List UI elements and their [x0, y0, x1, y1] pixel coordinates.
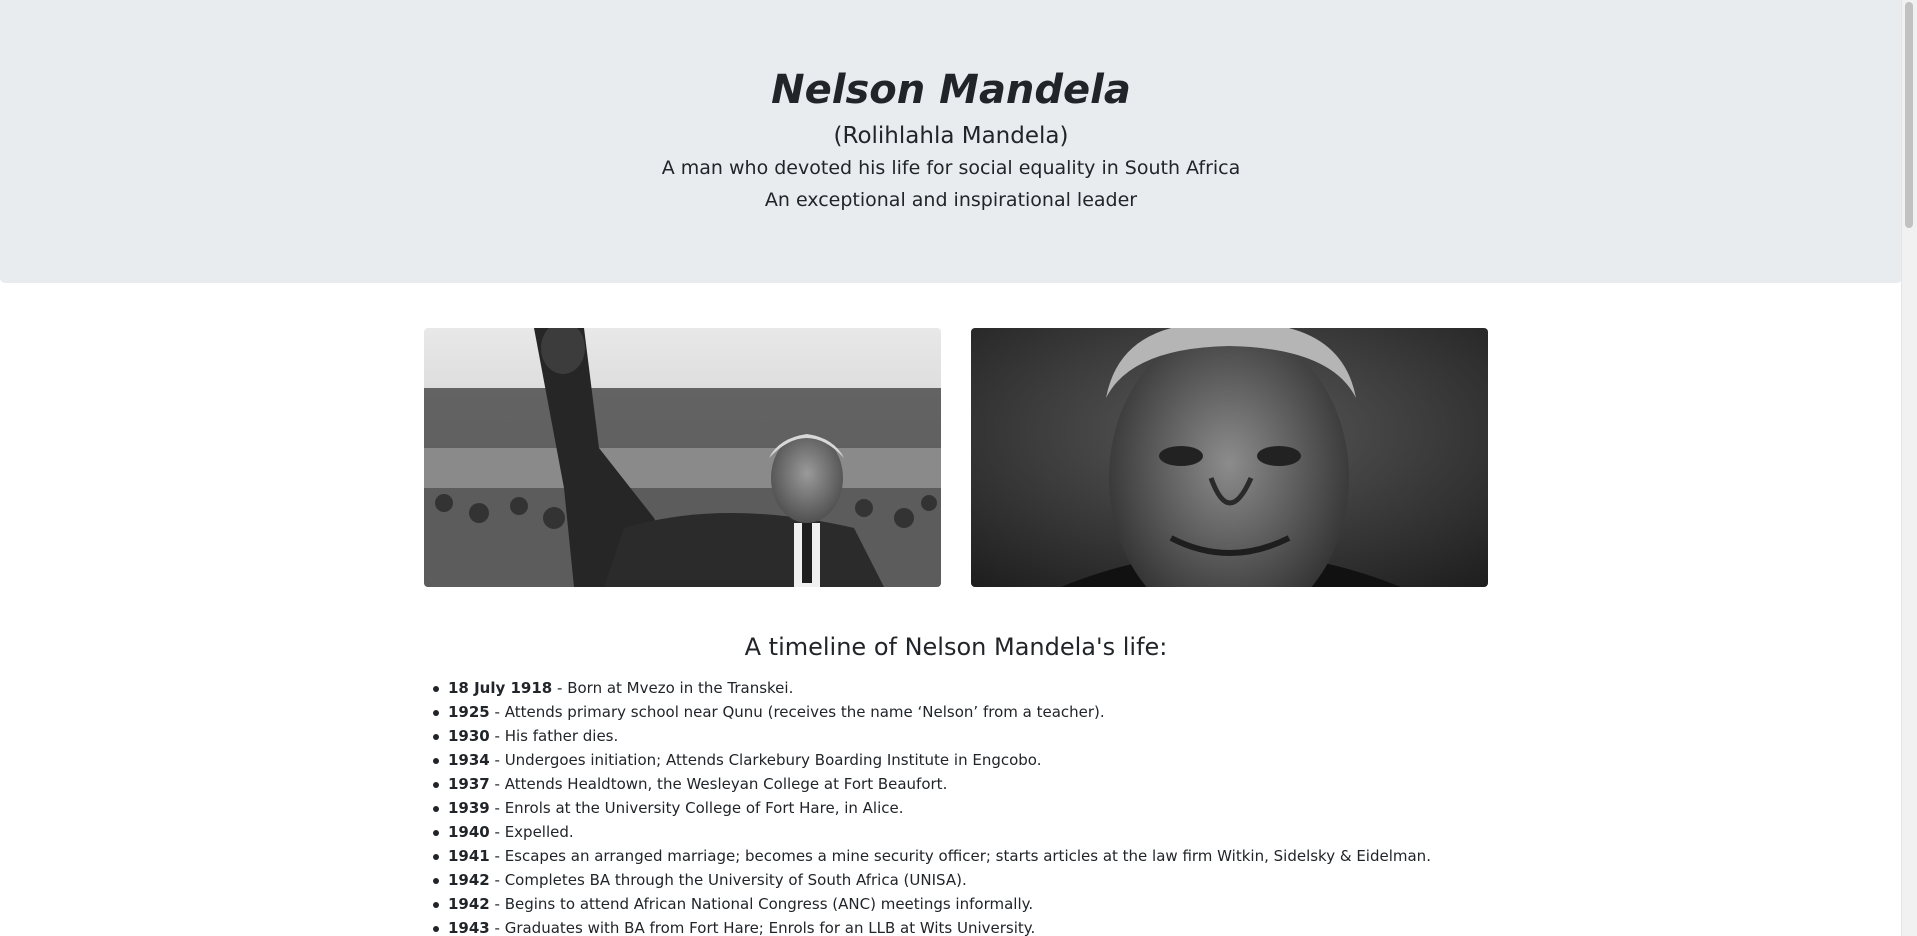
tagline-devotion: A man who devoted his life for social eq…	[661, 157, 1241, 179]
timeline-event: - Attends primary school near Qunu (rece…	[489, 703, 1105, 721]
timeline-list: 18 July 1918 - Born at Mvezo in the Tran…	[424, 676, 1538, 936]
timeline-event: - His father dies.	[489, 727, 619, 745]
timeline-item: 1942 - Begins to attend African National…	[433, 892, 1538, 916]
timeline-item: 18 July 1918 - Born at Mvezo in the Tran…	[433, 676, 1538, 700]
mandela-rally-photo	[424, 328, 941, 587]
timeline-date: 1943	[448, 919, 490, 936]
timeline-event: - Attends Healdtown, the Wesleyan Colleg…	[489, 775, 948, 793]
timeline-event: - Born at Mvezo in the Transkei.	[552, 679, 794, 697]
timeline-item: 1930 - His father dies.	[433, 724, 1538, 748]
scrollbar-thumb[interactable]	[1905, 2, 1913, 228]
timeline-event: - Undergoes initiation; Attends Clarkebu…	[489, 751, 1042, 769]
timeline-date: 1930	[448, 727, 490, 745]
timeline-date: 18 July 1918	[448, 679, 553, 697]
timeline-date: 1934	[448, 751, 490, 769]
timeline-date: 1940	[448, 823, 490, 841]
mandela-portrait-photo	[971, 328, 1488, 587]
timeline-item: 1925 - Attends primary school near Qunu …	[433, 700, 1538, 724]
timeline-item: 1941 - Escapes an arranged marriage; bec…	[433, 844, 1538, 868]
timeline-item: 1942 - Completes BA through the Universi…	[433, 868, 1538, 892]
vertical-scrollbar[interactable]	[1901, 0, 1917, 936]
timeline-item: 1943 - Graduates with BA from Fort Hare;…	[433, 916, 1538, 936]
timeline-event: - Enrols at the University College of Fo…	[489, 799, 904, 817]
timeline-date: 1937	[448, 775, 490, 793]
header-jumbotron: Nelson Mandela (Rolihlahla Mandela) A ma…	[0, 0, 1902, 283]
timeline-item: 1939 - Enrols at the University College …	[433, 796, 1538, 820]
timeline-event: - Expelled.	[489, 823, 574, 841]
timeline-item: 1937 - Attends Healdtown, the Wesleyan C…	[433, 772, 1538, 796]
timeline-event: - Begins to attend African National Cong…	[489, 895, 1034, 913]
page: Nelson Mandela (Rolihlahla Mandela) A ma…	[0, 0, 1902, 936]
timeline-item: 1934 - Undergoes initiation; Attends Cla…	[433, 748, 1538, 772]
timeline-event: - Escapes an arranged marriage; becomes …	[489, 847, 1431, 865]
timeline-date: 1925	[448, 703, 490, 721]
timeline-date: 1942	[448, 895, 490, 913]
tagline-leader: An exceptional and inspirational leader	[764, 189, 1138, 211]
page-title: Nelson Mandela	[771, 67, 1131, 113]
timeline-date: 1939	[448, 799, 490, 817]
timeline-date: 1942	[448, 871, 490, 889]
page-subtitle: (Rolihlahla Mandela)	[833, 123, 1069, 149]
timeline-item: 1940 - Expelled.	[433, 820, 1538, 844]
timeline-date: 1941	[448, 847, 490, 865]
timeline-event: - Completes BA through the University of…	[489, 871, 967, 889]
timeline-event: - Graduates with BA from Fort Hare; Enro…	[489, 919, 1036, 936]
timeline-heading: A timeline of Nelson Mandela's life:	[744, 633, 1168, 661]
